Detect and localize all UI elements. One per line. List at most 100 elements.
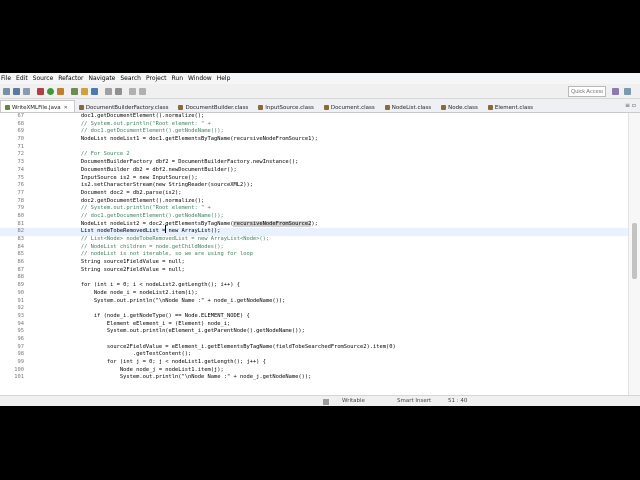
code-line[interactable]: 88 bbox=[0, 274, 628, 282]
code-line[interactable]: 95 System.out.println(eElement_i.getPare… bbox=[0, 328, 628, 336]
code-line[interactable]: 93 if (node_i.getNodeType() == Node.ELEM… bbox=[0, 313, 628, 321]
line-number: 88 bbox=[17, 274, 25, 281]
menu-navigate[interactable]: Navigate bbox=[88, 75, 115, 82]
menu-run[interactable]: Run bbox=[172, 75, 184, 82]
code-text: System.out.println(eElement_i.getParentN… bbox=[29, 328, 305, 335]
menu-window[interactable]: Window bbox=[188, 75, 212, 82]
line-number: 72 bbox=[17, 151, 25, 158]
code-line[interactable]: 78 doc2.getDocumentElement().normalize()… bbox=[0, 198, 628, 206]
tab-documentbuilder[interactable]: DocumentBuilder.class bbox=[174, 101, 254, 112]
debug-icon[interactable] bbox=[37, 88, 44, 95]
menu-refactor[interactable]: Refactor bbox=[58, 75, 83, 82]
menu-file[interactable]: File bbox=[1, 75, 11, 82]
tab-inputsource[interactable]: InputSource.class bbox=[254, 101, 320, 112]
line-number: 76 bbox=[17, 182, 25, 189]
code-line[interactable]: 69 // doc1.getDocumentElement().getNodeN… bbox=[0, 128, 628, 136]
code-line[interactable]: 76 is2.setCharacterStream(new StringRead… bbox=[0, 182, 628, 190]
code-line[interactable]: 79 // System.out.println("Root element: … bbox=[0, 205, 628, 213]
code-line[interactable]: 77 Document doc2 = db2.parse(is2); bbox=[0, 190, 628, 198]
quick-access-input[interactable] bbox=[568, 86, 606, 97]
code-line[interactable]: 94 Element eElement_i = (Element) node_i… bbox=[0, 321, 628, 329]
tab-document[interactable]: Document.class bbox=[320, 101, 381, 112]
code-line[interactable]: 67 doc1.getDocumentElement().normalize()… bbox=[0, 113, 628, 121]
new-java-project-icon[interactable] bbox=[71, 88, 78, 95]
code-line[interactable]: 91 System.out.println("\nNode Name :" + … bbox=[0, 298, 628, 306]
new-file-icon[interactable] bbox=[3, 88, 10, 95]
perspective-icon[interactable] bbox=[612, 88, 619, 95]
code-line[interactable]: 70 NodeList nodeList1 = doc1.getElements… bbox=[0, 136, 628, 144]
scrollbar-thumb[interactable] bbox=[632, 223, 637, 279]
menu-search[interactable]: Search bbox=[120, 75, 141, 82]
menu-source[interactable]: Source bbox=[33, 75, 54, 82]
code-line[interactable]: 72 // For Source 2 bbox=[0, 151, 628, 159]
code-line[interactable]: 68 // System.out.println("Root element: … bbox=[0, 121, 628, 129]
tab-label: Document.class bbox=[330, 104, 375, 111]
menu-help[interactable]: Help bbox=[217, 75, 231, 82]
new-package-icon[interactable] bbox=[81, 88, 88, 95]
tab-label: DocumentBuilder.class bbox=[185, 104, 249, 111]
java-file-icon bbox=[5, 105, 10, 110]
code-line[interactable]: 86 String source1FieldValue = null; bbox=[0, 259, 628, 267]
code-line[interactable]: 89 for (int i = 0; i < nodeList2.getLeng… bbox=[0, 282, 628, 290]
run-icon[interactable] bbox=[47, 88, 54, 95]
line-number: 83 bbox=[17, 236, 25, 242]
code-line[interactable]: 96 bbox=[0, 336, 628, 344]
code-text: // doc1.getDocumentElement().getNodeName… bbox=[29, 212, 224, 219]
code-line[interactable]: 71 bbox=[0, 144, 628, 152]
save-icon[interactable] bbox=[13, 88, 20, 95]
tab-label: NodeList.class bbox=[391, 104, 432, 111]
tab-nodelist[interactable]: NodeList.class bbox=[381, 101, 437, 112]
code-line[interactable]: 85 // nodeList is not iterable, so we ar… bbox=[0, 251, 628, 259]
tab-list-controls[interactable]: ≡ ▫ bbox=[625, 102, 636, 109]
code-line[interactable]: 80 // doc1.getDocumentElement().getNodeN… bbox=[0, 213, 628, 221]
code-line[interactable]: 99 for (int j = 0; j < nodeList1.getLeng… bbox=[0, 359, 628, 367]
line-number: 101 bbox=[14, 374, 24, 381]
code-text: // For Source 2 bbox=[29, 151, 130, 158]
code-line[interactable]: 83 // List<Node> nodeTobeRemovedList = n… bbox=[0, 236, 628, 244]
back-icon[interactable] bbox=[129, 88, 136, 95]
editor-tab-bar: WriteXMLFile.java ✕ DocumentBuilderFacto… bbox=[0, 100, 640, 113]
code-text: DocumentBuilder db2 = dbf2.newDocumentBu… bbox=[29, 166, 237, 173]
code-text: .getTextContent(); bbox=[29, 351, 192, 358]
save-all-icon[interactable] bbox=[23, 88, 30, 95]
line-number: 90 bbox=[17, 289, 25, 296]
code-line[interactable]: 97 source2FieldValue = eElement_i.getEle… bbox=[0, 344, 628, 352]
code-text: for (int i = 0; i < nodeList2.getLength(… bbox=[29, 282, 240, 289]
code-editor[interactable]: 67 doc1.getDocumentElement().normalize()… bbox=[0, 113, 628, 399]
code-text: Document doc2 = db2.parse(is2); bbox=[29, 189, 182, 196]
code-line[interactable]: 90 Node node_i = nodeList2.item(i); bbox=[0, 290, 628, 298]
code-text: NodeList nodeList2 = doc2.getElementsByT… bbox=[29, 220, 318, 227]
code-line[interactable]: 100 Node node_j = nodeList1.item(j); bbox=[0, 367, 628, 375]
tab-element[interactable]: Element.class bbox=[484, 101, 539, 112]
code-line[interactable]: 74 DocumentBuilder db2 = dbf2.newDocumen… bbox=[0, 167, 628, 175]
new-class-icon[interactable] bbox=[91, 88, 98, 95]
forward-icon[interactable] bbox=[139, 88, 146, 95]
external-tools-icon[interactable] bbox=[57, 88, 64, 95]
code-line[interactable]: 98 .getTextContent(); bbox=[0, 351, 628, 359]
code-line[interactable]: 101 System.out.println("\nNode Name :" +… bbox=[0, 374, 628, 382]
vertical-scrollbar[interactable] bbox=[628, 113, 640, 399]
open-type-icon[interactable] bbox=[105, 88, 112, 95]
tab-node[interactable]: Node.class bbox=[437, 101, 484, 112]
line-number: 84 bbox=[17, 243, 25, 250]
code-line[interactable]: 75 InputSource is2 = new InputSource(); bbox=[0, 175, 628, 183]
menu-project[interactable]: Project bbox=[146, 75, 167, 82]
line-number: 82 bbox=[17, 228, 25, 235]
class-file-icon bbox=[323, 105, 329, 110]
code-text: System.out.println("\nNode Name :" + nod… bbox=[29, 297, 286, 304]
code-line[interactable]: 73 DocumentBuilderFactory dbf2 = Documen… bbox=[0, 159, 628, 167]
tab-writexmlfile[interactable]: WriteXMLFile.java ✕ bbox=[0, 100, 75, 112]
code-line[interactable]: 82 List nodeTobeRemovedList = new ArrayL… bbox=[0, 228, 628, 236]
line-number: 87 bbox=[17, 266, 25, 273]
line-number: 98 bbox=[17, 351, 25, 358]
status-insert-mode: Smart Insert bbox=[397, 398, 432, 404]
close-icon[interactable]: ✕ bbox=[64, 105, 68, 111]
search-icon[interactable] bbox=[115, 88, 122, 95]
code-line[interactable]: 87 String source2FieldValue = null; bbox=[0, 267, 628, 275]
code-line[interactable]: 92 bbox=[0, 305, 628, 313]
java-perspective-icon[interactable] bbox=[624, 88, 631, 95]
menu-edit[interactable]: Edit bbox=[16, 75, 28, 82]
code-line[interactable]: 81 NodeList nodeList2 = doc2.getElements… bbox=[0, 220, 628, 229]
code-line[interactable]: 84 // NodeList children = node.getChildN… bbox=[0, 244, 628, 252]
tab-documentbuilderfactory[interactable]: DocumentBuilderFactory.class bbox=[75, 101, 175, 112]
